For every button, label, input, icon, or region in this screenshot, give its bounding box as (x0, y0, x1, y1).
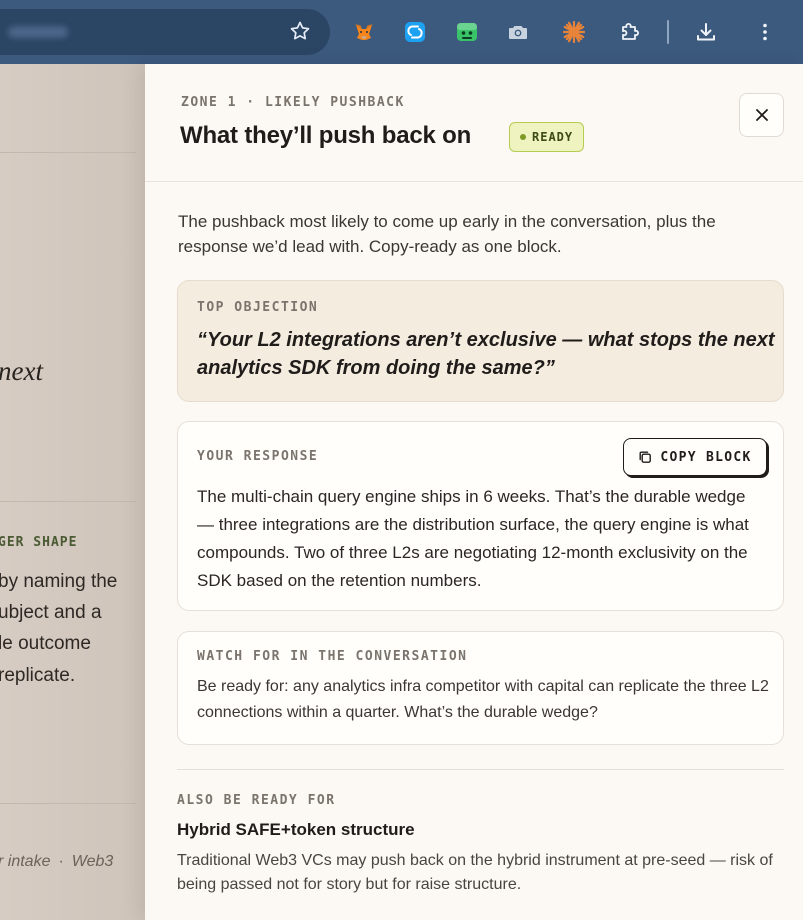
your-response-card: YOUR RESPONSE COPY BLOCK The multi-chain… (177, 421, 784, 611)
also-ready-title: Hybrid SAFE+token structure (177, 820, 415, 839)
kebab-menu-icon[interactable] (752, 19, 778, 45)
watch-for-card: WATCH FOR IN THE CONVERSATION Be ready f… (177, 631, 784, 745)
background-divider (0, 803, 136, 804)
also-ready-text: Traditional Web3 VCs may push back on th… (177, 852, 773, 893)
background-footer-separator: · (58, 853, 64, 870)
camera-extension-icon[interactable] (505, 19, 531, 45)
status-badge-label: READY (532, 130, 574, 144)
top-objection-card: TOP OBJECTION “Your L2 integrations aren… (177, 280, 784, 402)
pushback-side-panel: ZONE 1 · LIKELY PUSHBACK What they’ll pu… (145, 64, 803, 920)
also-ready-label: ALSO BE READY FOR (177, 793, 336, 808)
background-footer-left: r intake (0, 853, 51, 870)
watch-for-text: Be ready for: any analytics infra compet… (197, 678, 769, 721)
background-footer: r intake · Web3 (0, 853, 113, 871)
background-text-line: le outcome (0, 633, 91, 654)
download-icon[interactable] (693, 19, 719, 45)
background-section-label: GER SHAPE (0, 535, 78, 550)
puzzle-extensions-icon[interactable] (617, 19, 643, 45)
status-badge: READY (509, 122, 585, 152)
browser-toolbar (0, 0, 803, 64)
orange-burst-extension-icon[interactable] (561, 19, 587, 45)
your-response-text: The multi-chain query engine ships in 6 … (197, 487, 749, 590)
green-robot-extension-icon[interactable] (454, 19, 480, 45)
close-button[interactable] (739, 93, 784, 137)
top-objection-quote: “Your L2 integrations aren’t exclusive —… (197, 329, 775, 379)
close-icon (755, 109, 768, 121)
your-response-label: YOUR RESPONSE (197, 449, 319, 464)
background-text-line: by naming the (0, 571, 118, 592)
background-text-line: replicate. (0, 665, 76, 686)
blue-swirl-extension-icon[interactable] (402, 19, 428, 45)
panel-intro: The pushback most likely to come up earl… (178, 212, 716, 256)
background-footer-right: Web3 (71, 853, 114, 870)
address-bar-url-blurred (8, 26, 68, 38)
copy-block-button[interactable]: COPY BLOCK (623, 438, 767, 476)
header-divider (145, 181, 803, 182)
background-italic-heading: next (0, 356, 43, 386)
background-divider (0, 152, 136, 153)
top-objection-label: TOP OBJECTION (197, 300, 319, 315)
panel-title: What they’ll push back on (180, 122, 472, 149)
toolbar-separator (667, 20, 669, 44)
bookmark-star-icon[interactable] (288, 19, 312, 43)
section-divider (177, 769, 784, 770)
copy-block-label: COPY BLOCK (660, 449, 752, 465)
address-bar[interactable] (0, 9, 330, 55)
background-divider (0, 501, 136, 502)
metamask-fox-icon[interactable] (351, 19, 377, 45)
copy-icon (639, 451, 652, 463)
watch-for-label: WATCH FOR IN THE CONVERSATION (197, 649, 468, 664)
status-dot-icon (520, 134, 526, 140)
panel-eyebrow: ZONE 1 · LIKELY PUSHBACK (181, 95, 405, 110)
background-text-line: ubject and a (0, 602, 102, 623)
background-page: next GER SHAPE by naming the ubject and … (0, 64, 145, 920)
